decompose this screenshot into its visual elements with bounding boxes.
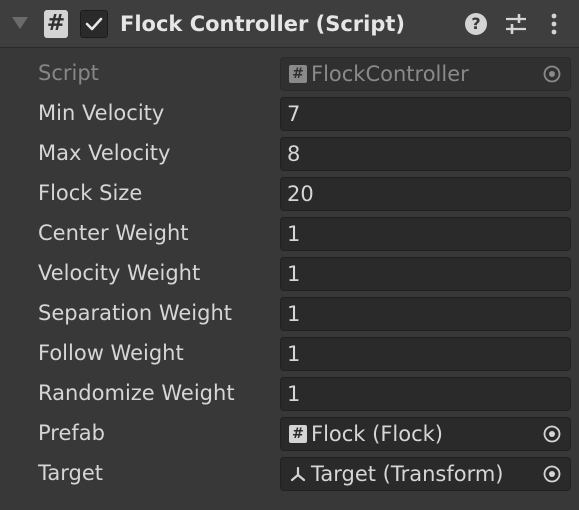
csharp-script-icon: #: [289, 64, 307, 84]
follow-weight-label: Follow Weight: [38, 341, 184, 365]
object-picker-icon[interactable]: [542, 424, 562, 444]
checkmark-icon: [85, 17, 103, 31]
script-label: Script: [38, 61, 99, 85]
separation-weight-label: Separation Weight: [38, 301, 233, 325]
script-value: FlockController: [311, 62, 469, 86]
component-menu-button[interactable]: [540, 10, 568, 38]
presets-sliders-icon: [506, 14, 526, 34]
help-icon: ?: [465, 13, 487, 35]
randomize-weight-field[interactable]: 1: [280, 377, 571, 411]
follow-weight-row: Follow Weight 1: [0, 333, 579, 373]
presets-button[interactable]: [502, 10, 530, 38]
object-picker-icon[interactable]: [542, 464, 562, 484]
csharp-script-icon: #: [44, 10, 68, 38]
min-velocity-label: Min Velocity: [38, 101, 165, 125]
max-velocity-field[interactable]: 8: [280, 137, 571, 171]
target-label: Target: [38, 461, 103, 485]
prefab-row: Prefab # Flock (Flock): [0, 413, 579, 453]
max-velocity-label: Max Velocity: [38, 141, 171, 165]
component-title: Flock Controller (Script): [120, 12, 406, 36]
enable-component-toggle[interactable]: [80, 10, 108, 38]
velocity-weight-label: Velocity Weight: [38, 261, 201, 285]
velocity-weight-field[interactable]: 1: [280, 257, 571, 291]
kebab-menu-icon: [551, 13, 557, 35]
target-value: Target (Transform): [311, 462, 504, 486]
object-picker-icon: [543, 65, 561, 83]
script-row: Script # FlockController: [0, 53, 579, 93]
prefab-object-field[interactable]: # Flock (Flock): [280, 417, 571, 451]
min-velocity-field[interactable]: 7: [280, 97, 571, 131]
flock-controller-inspector: # Flock Controller (Script) ? Script # F…: [0, 0, 579, 510]
center-weight-label: Center Weight: [38, 221, 189, 245]
component-header[interactable]: # Flock Controller (Script) ?: [0, 0, 579, 48]
velocity-weight-row: Velocity Weight 1: [0, 253, 579, 293]
center-weight-row: Center Weight 1: [0, 213, 579, 253]
csharp-script-icon: #: [289, 424, 307, 444]
flock-size-label: Flock Size: [38, 181, 143, 205]
target-object-field[interactable]: Target (Transform): [280, 457, 571, 491]
transform-icon: [289, 464, 307, 484]
script-field: # FlockController: [280, 57, 571, 91]
randomize-weight-row: Randomize Weight 1: [0, 373, 579, 413]
min-velocity-row: Min Velocity 7: [0, 93, 579, 133]
target-row: Target Target (Transform): [0, 453, 579, 493]
prefab-value: Flock (Flock): [311, 422, 443, 446]
foldout-arrow-icon[interactable]: [12, 17, 28, 29]
max-velocity-row: Max Velocity 8: [0, 133, 579, 173]
separation-weight-field[interactable]: 1: [280, 297, 571, 331]
help-button[interactable]: ?: [462, 10, 490, 38]
center-weight-field[interactable]: 1: [280, 217, 571, 251]
flock-size-field[interactable]: 20: [280, 177, 571, 211]
separation-weight-row: Separation Weight 1: [0, 293, 579, 333]
flock-size-row: Flock Size 20: [0, 173, 579, 213]
prefab-label: Prefab: [38, 421, 105, 445]
randomize-weight-label: Randomize Weight: [38, 381, 235, 405]
follow-weight-field[interactable]: 1: [280, 337, 571, 371]
